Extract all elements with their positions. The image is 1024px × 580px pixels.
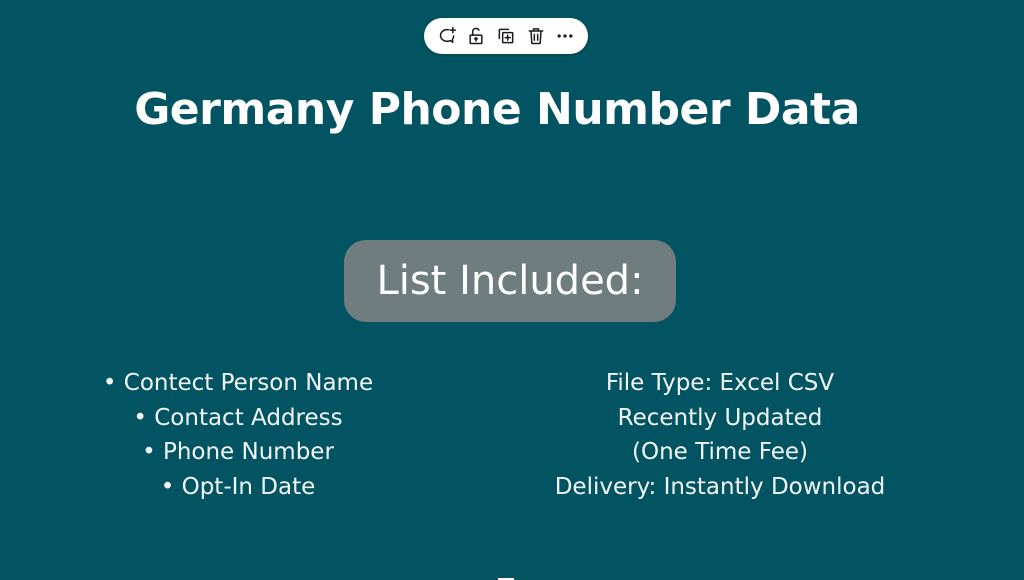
comment-plus-icon [439, 26, 456, 43]
list-item: • Phone Number [142, 439, 334, 465]
detail-item: Recently Updated [617, 404, 823, 431]
included-fields-list: • Contect Person Name • Contact Address … [88, 366, 388, 504]
detail-item: File Type: Excel CSV [605, 370, 835, 396]
unlock-icon [469, 27, 483, 45]
delete-button[interactable] [523, 23, 549, 49]
list-item: • Contact Address [133, 404, 343, 431]
duplicate-icon [498, 28, 514, 44]
detail-item: (One Time Fee) [632, 439, 808, 465]
more-horizontal-icon [557, 34, 573, 38]
add-comment-button[interactable] [434, 23, 460, 49]
file-details-list: File Type: Excel CSV Recently Updated (O… [520, 366, 920, 504]
duplicate-button[interactable] [493, 23, 519, 49]
list-included-badge: List Included: [344, 240, 676, 322]
element-toolbar [424, 18, 588, 54]
trash-icon [528, 28, 543, 45]
lock-button[interactable] [463, 23, 489, 49]
badge-label: List Included: [376, 258, 644, 304]
slide-title: Germany Phone Number Data [134, 84, 860, 135]
list-item: • Contect Person Name [102, 370, 374, 396]
list-item: • Opt-In Date [160, 473, 316, 500]
more-button[interactable] [552, 23, 578, 49]
detail-item: Delivery: Instantly Download [554, 473, 886, 500]
